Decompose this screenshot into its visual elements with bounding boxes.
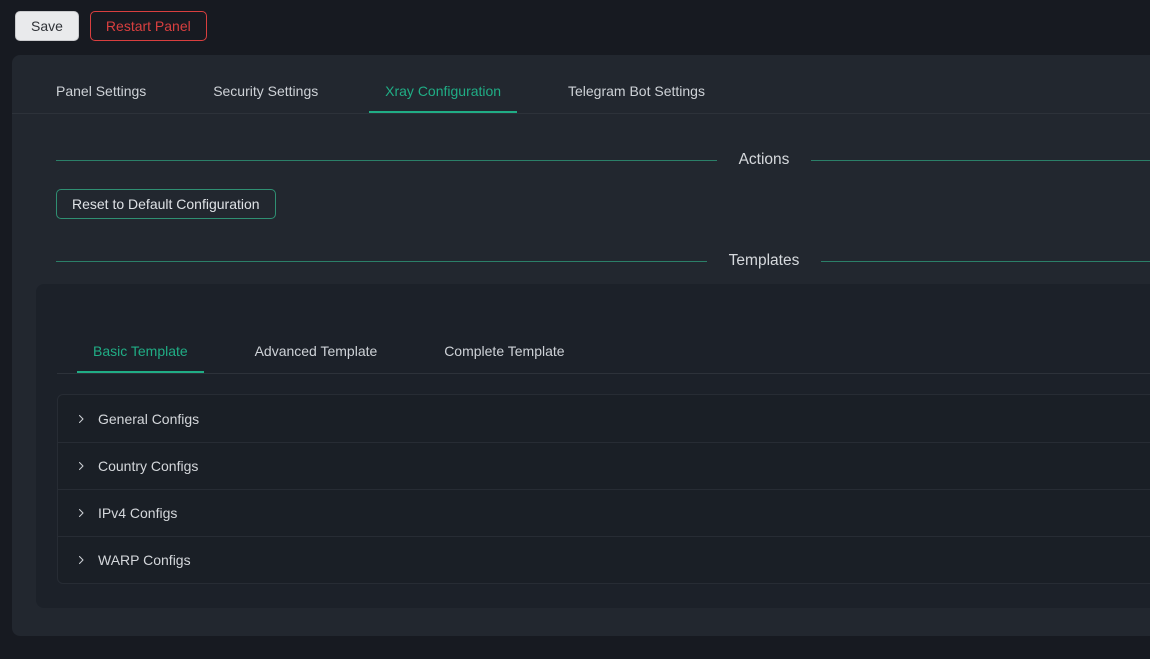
- reset-default-configuration-button[interactable]: Reset to Default Configuration: [56, 189, 276, 219]
- templates-card: Basic Template Advanced Template Complet…: [36, 284, 1150, 608]
- templates-divider: Templates: [56, 252, 1150, 270]
- chevron-right-icon: [75, 554, 87, 566]
- actions-divider-label: Actions: [739, 151, 790, 169]
- tab-security-settings[interactable]: Security Settings: [197, 71, 334, 113]
- template-tabs: Basic Template Advanced Template Complet…: [57, 284, 1150, 374]
- tab-xray-configuration[interactable]: Xray Configuration: [369, 71, 517, 113]
- save-button[interactable]: Save: [15, 11, 79, 41]
- tab-complete-template[interactable]: Complete Template: [428, 331, 580, 373]
- tab-telegram-bot-settings[interactable]: Telegram Bot Settings: [552, 71, 721, 113]
- divider-line-left: [56, 261, 707, 262]
- collapse-label: IPv4 Configs: [98, 505, 177, 521]
- chevron-right-icon: [75, 507, 87, 519]
- divider-line-right: [811, 160, 1150, 161]
- templates-divider-label: Templates: [729, 252, 800, 270]
- tab-basic-template[interactable]: Basic Template: [77, 331, 204, 373]
- collapse-label: Country Configs: [98, 458, 198, 474]
- tab-advanced-template[interactable]: Advanced Template: [239, 331, 394, 373]
- collapse-warp-configs[interactable]: WARP Configs: [58, 536, 1150, 583]
- settings-card: Panel Settings Security Settings Xray Co…: [12, 55, 1150, 636]
- collapse-label: WARP Configs: [98, 552, 191, 568]
- tab-panel-settings[interactable]: Panel Settings: [40, 71, 162, 113]
- collapse-ipv4-configs[interactable]: IPv4 Configs: [58, 489, 1150, 536]
- actions-divider: Actions: [56, 151, 1150, 169]
- chevron-right-icon: [75, 413, 87, 425]
- topbar: Save Restart Panel: [0, 0, 1150, 50]
- divider-line-right: [821, 261, 1150, 262]
- collapse-general-configs[interactable]: General Configs: [58, 395, 1150, 442]
- collapse-label: General Configs: [98, 411, 199, 427]
- collapse-country-configs[interactable]: Country Configs: [58, 442, 1150, 489]
- config-accordion: General Configs Country Configs IPv4 Con…: [57, 394, 1150, 584]
- divider-line-left: [56, 160, 717, 161]
- restart-panel-button[interactable]: Restart Panel: [90, 11, 207, 41]
- settings-tabs: Panel Settings Security Settings Xray Co…: [12, 55, 1150, 114]
- chevron-right-icon: [75, 460, 87, 472]
